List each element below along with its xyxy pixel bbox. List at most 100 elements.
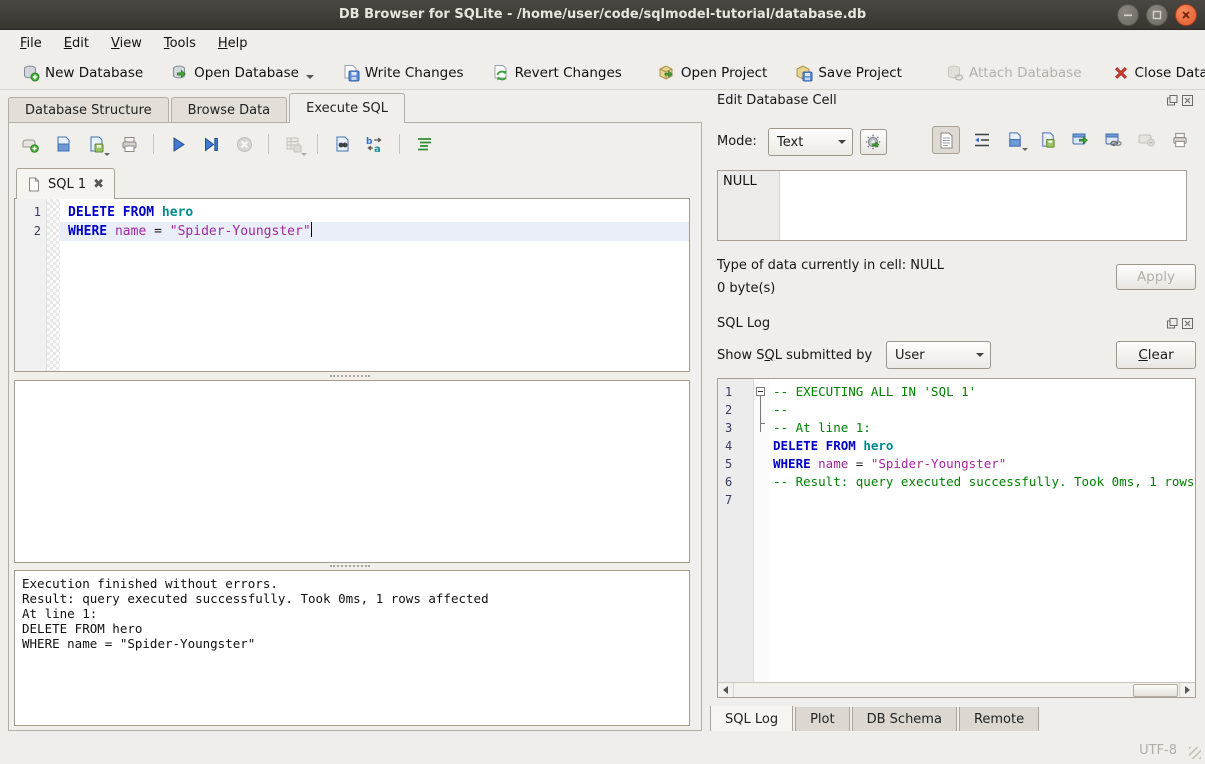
menu-view[interactable]: View — [101, 33, 152, 54]
print-sql-icon[interactable] — [117, 132, 141, 156]
mode-label: Mode: — [717, 134, 757, 149]
log-line-numbers: 1 2 3 4 5 6 7 — [718, 379, 754, 697]
menu-edit[interactable]: Edit — [54, 33, 99, 54]
dock-tab-sql-log[interactable]: SQL Log — [710, 706, 793, 734]
close-panel-icon[interactable] — [1182, 318, 1193, 329]
scroll-right-icon[interactable] — [1179, 683, 1195, 697]
word-wrap-icon[interactable] — [971, 129, 993, 151]
execution-messages[interactable]: Execution finished without errors. Resul… — [14, 570, 690, 726]
save-sql-file-icon[interactable] — [84, 132, 108, 156]
log-code-area: -- EXECUTING ALL IN 'SQL 1' -- -- At lin… — [769, 379, 1195, 697]
import-dropdown-caret[interactable] — [1022, 148, 1028, 151]
execute-all-icon[interactable] — [166, 132, 190, 156]
set-null-icon[interactable] — [1136, 129, 1158, 151]
mode-select[interactable]: Text — [768, 128, 853, 156]
editor-line-2: WHERE name = "Spider-Youngster" — [60, 222, 689, 241]
auto-switch-mode-button[interactable] — [860, 129, 887, 155]
edit-cell-title: Edit Database Cell — [717, 93, 837, 108]
open-sql-file-icon[interactable] — [51, 132, 75, 156]
tab-database-structure[interactable]: Database Structure — [8, 97, 169, 123]
dock-tab-bar: SQL Log Plot DB Schema Remote — [710, 707, 1041, 734]
attach-database-button[interactable]: Attach Database — [938, 60, 1090, 86]
edit-cell-dock-buttons — [1167, 95, 1193, 106]
export-data-icon[interactable] — [1037, 129, 1059, 151]
sql-tab[interactable]: SQL 1 ✖ — [16, 168, 115, 199]
cell-editor-icon-row — [932, 126, 1191, 154]
dock-tab-plot[interactable]: Plot — [795, 707, 850, 734]
sql-file-icon — [27, 177, 41, 192]
editor-code-area[interactable]: DELETE FROM hero WHERE name = "Spider-Yo… — [60, 199, 689, 371]
print-cell-icon[interactable] — [1169, 129, 1191, 151]
scrollbar-thumb[interactable] — [1133, 684, 1178, 697]
apply-button[interactable]: Apply — [1116, 264, 1196, 290]
new-sql-tab-icon[interactable] — [18, 132, 42, 156]
cell-size-info: 0 byte(s) — [717, 281, 775, 296]
window-controls — [1117, 4, 1197, 26]
execute-line-icon[interactable] — [199, 132, 223, 156]
save-results-dropdown-caret[interactable] — [301, 153, 307, 156]
results-messages-splitter[interactable] — [330, 565, 370, 567]
menu-tools[interactable]: Tools — [154, 33, 206, 54]
close-panel-icon[interactable] — [1182, 95, 1193, 106]
log-horizontal-scrollbar[interactable] — [718, 682, 1195, 697]
results-pane[interactable] — [14, 380, 690, 563]
open-in-app-icon[interactable] — [1070, 129, 1092, 151]
cell-value-editor[interactable]: NULL — [717, 170, 1187, 241]
close-database-button[interactable]: Close Database — [1104, 60, 1205, 86]
fold-marker-icon[interactable] — [756, 387, 765, 396]
minimize-icon[interactable] — [1117, 4, 1139, 26]
svg-text:b: b — [366, 137, 373, 147]
menu-file[interactable]: File — [10, 33, 52, 54]
menu-help[interactable]: Help — [208, 33, 258, 54]
text-mode-toggle-icon[interactable] — [932, 126, 960, 154]
mode-value: Text — [777, 135, 803, 150]
attach-database-icon — [946, 64, 964, 82]
close-icon[interactable] — [1175, 4, 1197, 26]
sql-editor[interactable]: 1 2 DELETE FROM hero WHERE name = "Spide… — [14, 198, 690, 372]
open-database-button[interactable]: Open Database — [163, 60, 322, 86]
save-sql-dropdown-caret[interactable] — [104, 153, 110, 156]
revert-changes-button[interactable]: Revert Changes — [484, 60, 630, 86]
dock-tab-remote[interactable]: Remote — [959, 707, 1039, 734]
resize-grip[interactable] — [1189, 747, 1201, 759]
float-panel-icon[interactable] — [1167, 95, 1178, 106]
sql-log-view[interactable]: 1 2 3 4 5 6 7 -- EXECUTING ALL IN 'SQL 1… — [717, 378, 1196, 698]
save-results-icon[interactable] — [281, 132, 305, 156]
link-cell-icon[interactable] — [1103, 129, 1125, 151]
open-database-dropdown-caret[interactable] — [306, 75, 314, 79]
sql-toolbar-separator — [268, 134, 269, 154]
dock-tab-db-schema[interactable]: DB Schema — [852, 707, 957, 734]
cell-text-area[interactable] — [780, 171, 1186, 240]
save-project-icon — [795, 64, 813, 82]
title-bar[interactable]: DB Browser for SQLite - /home/user/code/… — [0, 0, 1205, 30]
write-changes-button[interactable]: Write Changes — [334, 60, 472, 86]
replace-icon[interactable]: b a — [363, 132, 387, 156]
scroll-left-icon[interactable] — [718, 683, 734, 697]
close-database-icon — [1112, 64, 1130, 82]
open-database-icon — [171, 64, 189, 82]
sql-tab-close-icon[interactable]: ✖ — [93, 177, 104, 192]
format-sql-icon[interactable] — [412, 132, 436, 156]
text-cursor — [311, 222, 312, 237]
sql-toolbar-separator — [317, 134, 318, 154]
new-database-button[interactable]: New Database — [14, 60, 151, 86]
save-project-button[interactable]: Save Project — [787, 60, 910, 86]
editor-results-splitter[interactable] — [330, 375, 370, 377]
sql-toolbar-separator — [399, 134, 400, 154]
log-filter-select[interactable]: User — [886, 341, 991, 369]
float-panel-icon[interactable] — [1167, 318, 1178, 329]
sql-toolbar: b a — [18, 132, 436, 156]
tab-execute-sql[interactable]: Execute SQL — [289, 93, 405, 123]
clear-log-button[interactable]: Clear — [1116, 341, 1196, 369]
right-dock: Edit Database Cell Mode: Text — [710, 90, 1199, 736]
tab-browse-data[interactable]: Browse Data — [171, 97, 288, 123]
import-data-icon[interactable] — [1004, 129, 1026, 151]
open-project-button[interactable]: Open Project — [650, 60, 776, 86]
encoding-indicator[interactable]: UTF-8 — [1139, 743, 1177, 758]
svg-text:a: a — [374, 144, 381, 154]
sql-log-dock-buttons — [1167, 318, 1193, 329]
maximize-icon[interactable] — [1146, 4, 1168, 26]
stop-icon[interactable] — [232, 132, 256, 156]
main-tab-bar: Database Structure Browse Data Execute S… — [8, 94, 407, 123]
find-icon[interactable] — [330, 132, 354, 156]
